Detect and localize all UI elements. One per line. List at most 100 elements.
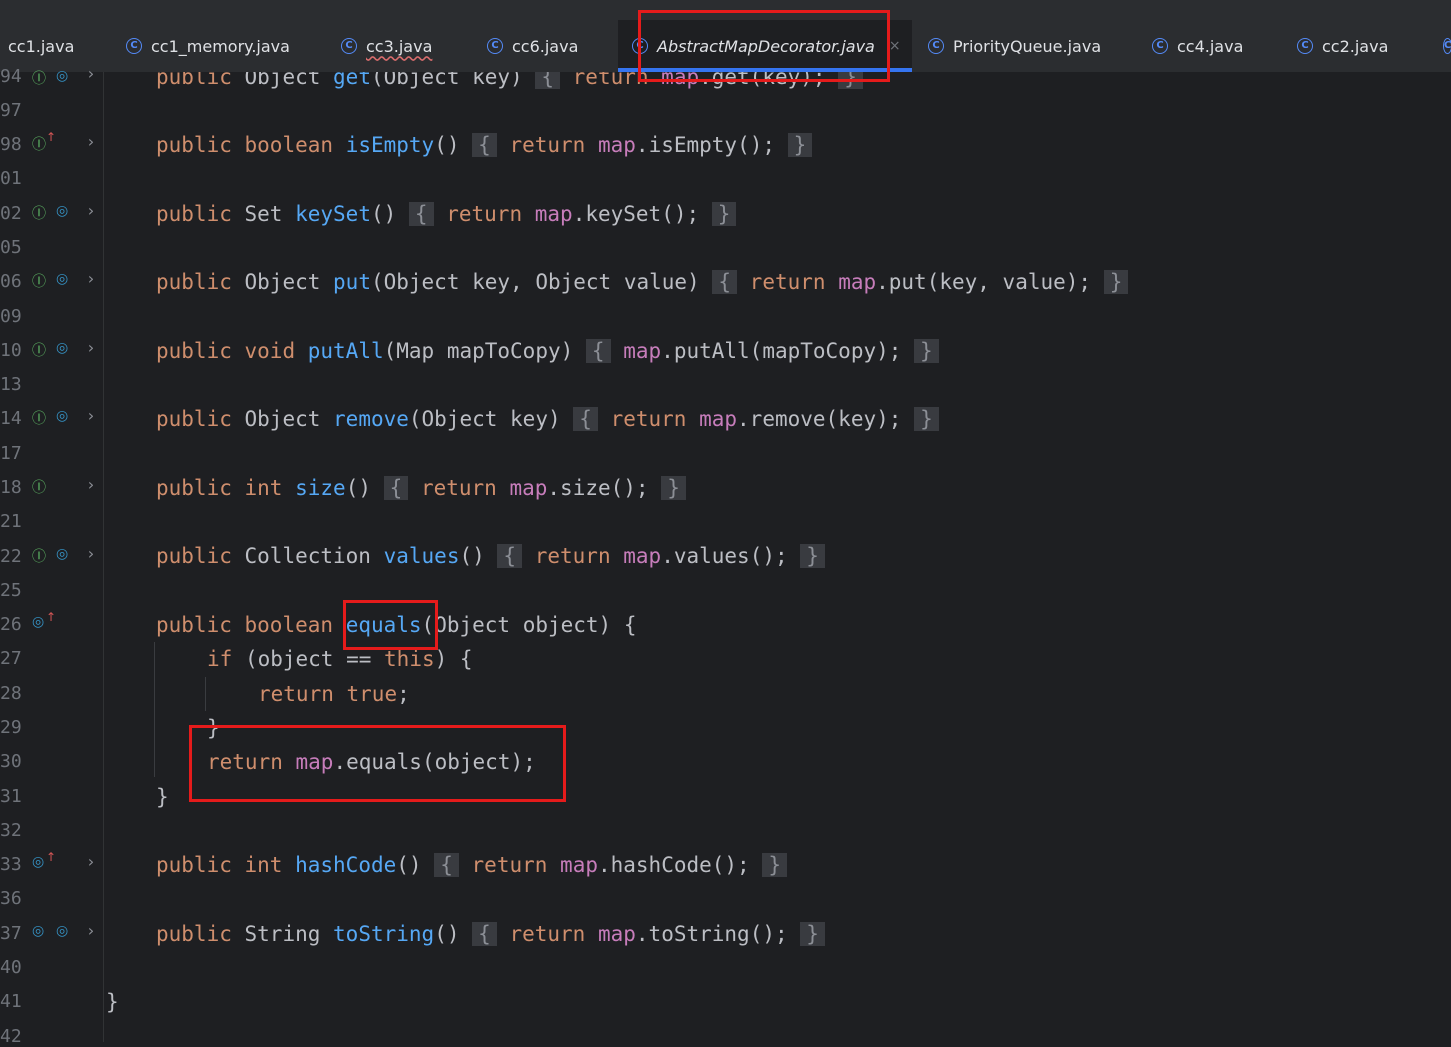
indent-guide <box>154 642 155 777</box>
code-line-put: public Object put(Object key, Object val… <box>156 267 1129 297</box>
tab-overflow[interactable]: C <box>1443 20 1451 72</box>
tab-cc4[interactable]: C cc4.java <box>1152 20 1287 72</box>
code-line-size: public int size() { return map.size(); } <box>156 473 686 503</box>
tab-label: cc3.java <box>366 36 433 56</box>
line-number: 06 <box>0 271 22 292</box>
line-number: 97 <box>0 100 22 121</box>
fold-arrow-icon[interactable]: › <box>86 201 96 220</box>
code-line-return-true: return true; <box>258 682 410 706</box>
implements-icon[interactable]: Ⓘ <box>32 408 46 428</box>
fold-arrow-icon[interactable]: › <box>86 544 96 563</box>
highlight-box-equals <box>343 600 438 650</box>
line-number: 42 <box>0 1026 22 1047</box>
fold-arrow-icon[interactable]: › <box>86 852 96 871</box>
close-icon[interactable]: × <box>889 38 901 54</box>
class-icon: C <box>1297 38 1313 54</box>
line-number: 18 <box>0 477 22 498</box>
line-number: 17 <box>0 443 22 464</box>
line-number: 09 <box>0 306 22 327</box>
line-number: 22 <box>0 546 22 567</box>
overridden-icon[interactable]: ◎ <box>56 408 68 424</box>
tab-cc3[interactable]: C cc3.java <box>341 20 476 72</box>
overridden-icon[interactable]: ◎ <box>56 203 68 219</box>
tab-label: cc1_memory.java <box>151 36 290 56</box>
implements-icon[interactable]: Ⓘ <box>32 68 46 88</box>
code-line-putall: public void putAll(Map mapToCopy) { map.… <box>156 336 939 366</box>
line-number: 27 <box>0 648 22 669</box>
line-number: 30 <box>0 751 22 772</box>
tab-label: PriorityQueue.java <box>953 36 1102 56</box>
code-line-class-close: } <box>106 990 119 1014</box>
line-number: 25 <box>0 580 22 601</box>
line-number: 28 <box>0 683 22 704</box>
class-icon: C <box>487 38 503 54</box>
line-number: 36 <box>0 888 22 909</box>
overrides-icon[interactable]: ◎ <box>32 854 44 870</box>
tab-label: cc4.java <box>1177 36 1244 56</box>
class-icon: C <box>341 38 357 54</box>
overridden-icon[interactable]: ◎ <box>56 271 68 287</box>
code-line-keyset: public Set keySet() { return map.keySet(… <box>156 199 737 229</box>
code-line-remove: public Object remove(Object key) { retur… <box>156 404 939 434</box>
class-icon: C <box>1152 38 1168 54</box>
up-arrow-icon: ↑ <box>46 850 57 864</box>
tab-label: cc1.java <box>8 36 75 56</box>
implements-icon[interactable]: Ⓘ <box>32 340 46 360</box>
implements-icon[interactable]: Ⓘ <box>32 134 46 154</box>
fold-arrow-icon[interactable]: › <box>86 475 96 494</box>
line-number: 33 <box>0 854 22 875</box>
code-editor[interactable]: public Object get(Object key) { return m… <box>104 72 1451 1042</box>
line-number: 14 <box>0 408 22 429</box>
overridden-icon[interactable]: ◎ <box>56 340 68 356</box>
overridden-icon[interactable]: ◎ <box>56 546 68 562</box>
implements-icon[interactable]: Ⓘ <box>32 546 46 566</box>
line-number: 10 <box>0 340 22 361</box>
fold-arrow-icon[interactable]: › <box>86 269 96 288</box>
code-line-hashcode: public int hashCode() { return map.hashC… <box>156 850 788 880</box>
implements-icon[interactable]: Ⓘ <box>32 203 46 223</box>
overridden-icon[interactable]: ◎ <box>56 68 68 84</box>
code-line-close-equals: } <box>156 785 169 809</box>
code-line-tostring: public String toString() { return map.to… <box>156 919 825 949</box>
line-number: 37 <box>0 923 22 944</box>
line-number: 40 <box>0 957 22 978</box>
fold-arrow-icon[interactable]: › <box>86 921 96 940</box>
line-number: 05 <box>0 237 22 258</box>
line-number: 26 <box>0 614 22 635</box>
class-icon: C <box>126 38 142 54</box>
line-number: 31 <box>0 786 22 807</box>
highlight-box-return <box>189 725 566 802</box>
line-number: 02 <box>0 203 22 224</box>
tab-cc1-memory[interactable]: C cc1_memory.java <box>126 20 331 72</box>
overrides-icon[interactable]: ◎ <box>32 923 44 939</box>
overridden-icon[interactable]: ◎ <box>56 923 68 939</box>
line-number: 01 <box>0 168 22 189</box>
implements-icon[interactable]: Ⓘ <box>32 271 46 291</box>
class-icon: C <box>1443 38 1451 54</box>
highlight-box-tab <box>638 10 890 82</box>
code-line-isempty: public boolean isEmpty() { return map.is… <box>156 130 813 160</box>
fold-arrow-icon[interactable]: › <box>86 132 96 151</box>
fold-arrow-icon[interactable]: › <box>86 64 96 83</box>
line-number: 41 <box>0 991 22 1012</box>
tab-cc1[interactable]: cc1.java <box>0 20 115 72</box>
line-number: 98 <box>0 134 22 155</box>
tab-priority-queue[interactable]: C PriorityQueue.java <box>928 20 1133 72</box>
implements-icon[interactable]: Ⓘ <box>32 477 46 497</box>
class-icon: C <box>928 38 944 54</box>
line-number: 13 <box>0 374 22 395</box>
overrides-icon[interactable]: ◎ <box>32 614 44 630</box>
tab-label: cc2.java <box>1322 36 1389 56</box>
tab-cc2[interactable]: C cc2.java <box>1297 20 1432 72</box>
line-number: 94 <box>0 66 22 87</box>
code-line-values: public Collection values() { return map.… <box>156 541 825 571</box>
up-arrow-icon: ↑ <box>46 130 57 144</box>
line-number: 29 <box>0 717 22 738</box>
tab-cc6[interactable]: C cc6.java <box>487 20 617 72</box>
line-number: 21 <box>0 511 22 532</box>
editor-gutter: 94 97 98 01 02 05 06 09 10 13 14 17 18 2… <box>0 64 104 1047</box>
up-arrow-icon: ↑ <box>46 610 57 624</box>
line-number: 32 <box>0 820 22 841</box>
fold-arrow-icon[interactable]: › <box>86 338 96 357</box>
fold-arrow-icon[interactable]: › <box>86 406 96 425</box>
